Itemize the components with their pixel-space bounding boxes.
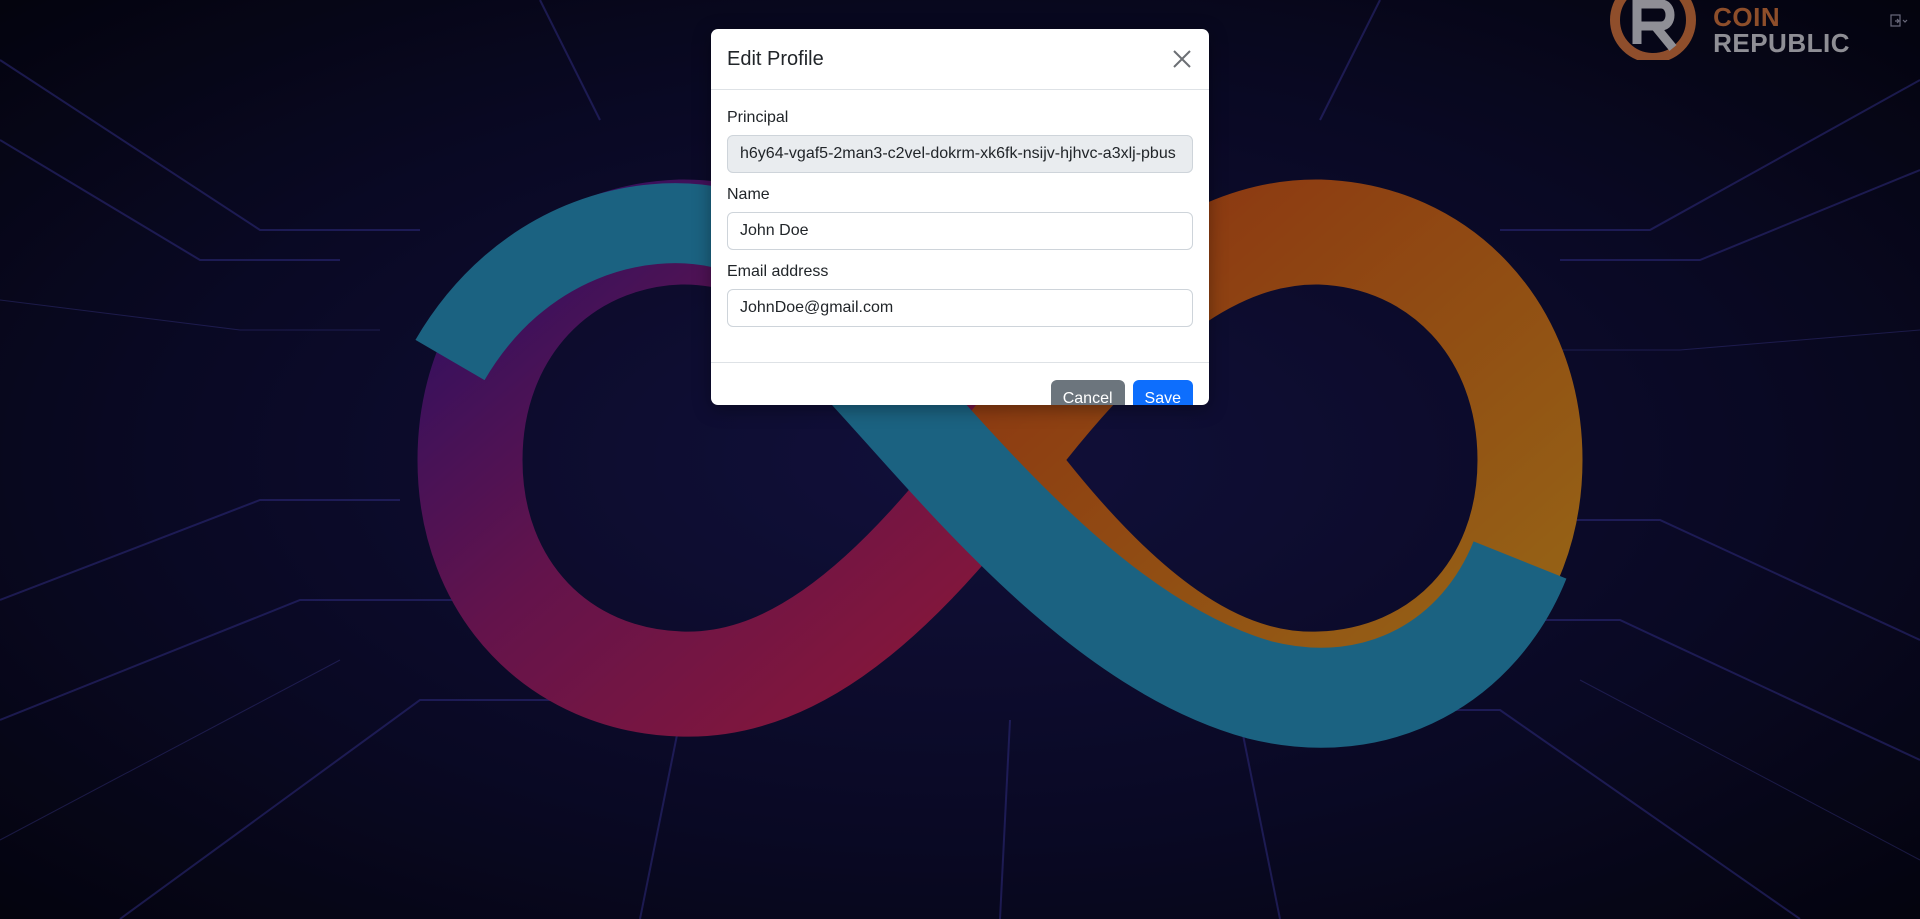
window-control-icon[interactable] [1890,14,1908,28]
modal-body: Principal Name Email address [711,90,1209,363]
brand-name-line2: REPUBLIC [1713,28,1850,58]
principal-label: Principal [727,109,789,126]
brand-name-line1: COIN [1713,2,1781,32]
save-button[interactable]: Save [1132,379,1193,405]
email-label: Email address [727,263,829,280]
modal-header: Edit Profile [711,29,1209,90]
close-button[interactable] [1169,46,1195,72]
modal-title: Edit Profile [727,47,824,70]
coin-republic-logo-icon [1610,0,1697,60]
email-field[interactable] [727,289,1193,327]
page: COIN REPUBLIC Edit Profile Principal Nam… [0,0,1920,919]
name-field[interactable] [727,212,1193,250]
name-label: Name [727,186,770,203]
edit-profile-modal: Edit Profile Principal Name Email addres… [711,29,1209,405]
brand-logo: COIN REPUBLIC [1607,0,1850,60]
close-icon [1173,50,1191,68]
cancel-button[interactable]: Cancel [1050,379,1125,405]
principal-field[interactable] [727,135,1193,173]
modal-footer: Cancel Save [711,363,1209,405]
